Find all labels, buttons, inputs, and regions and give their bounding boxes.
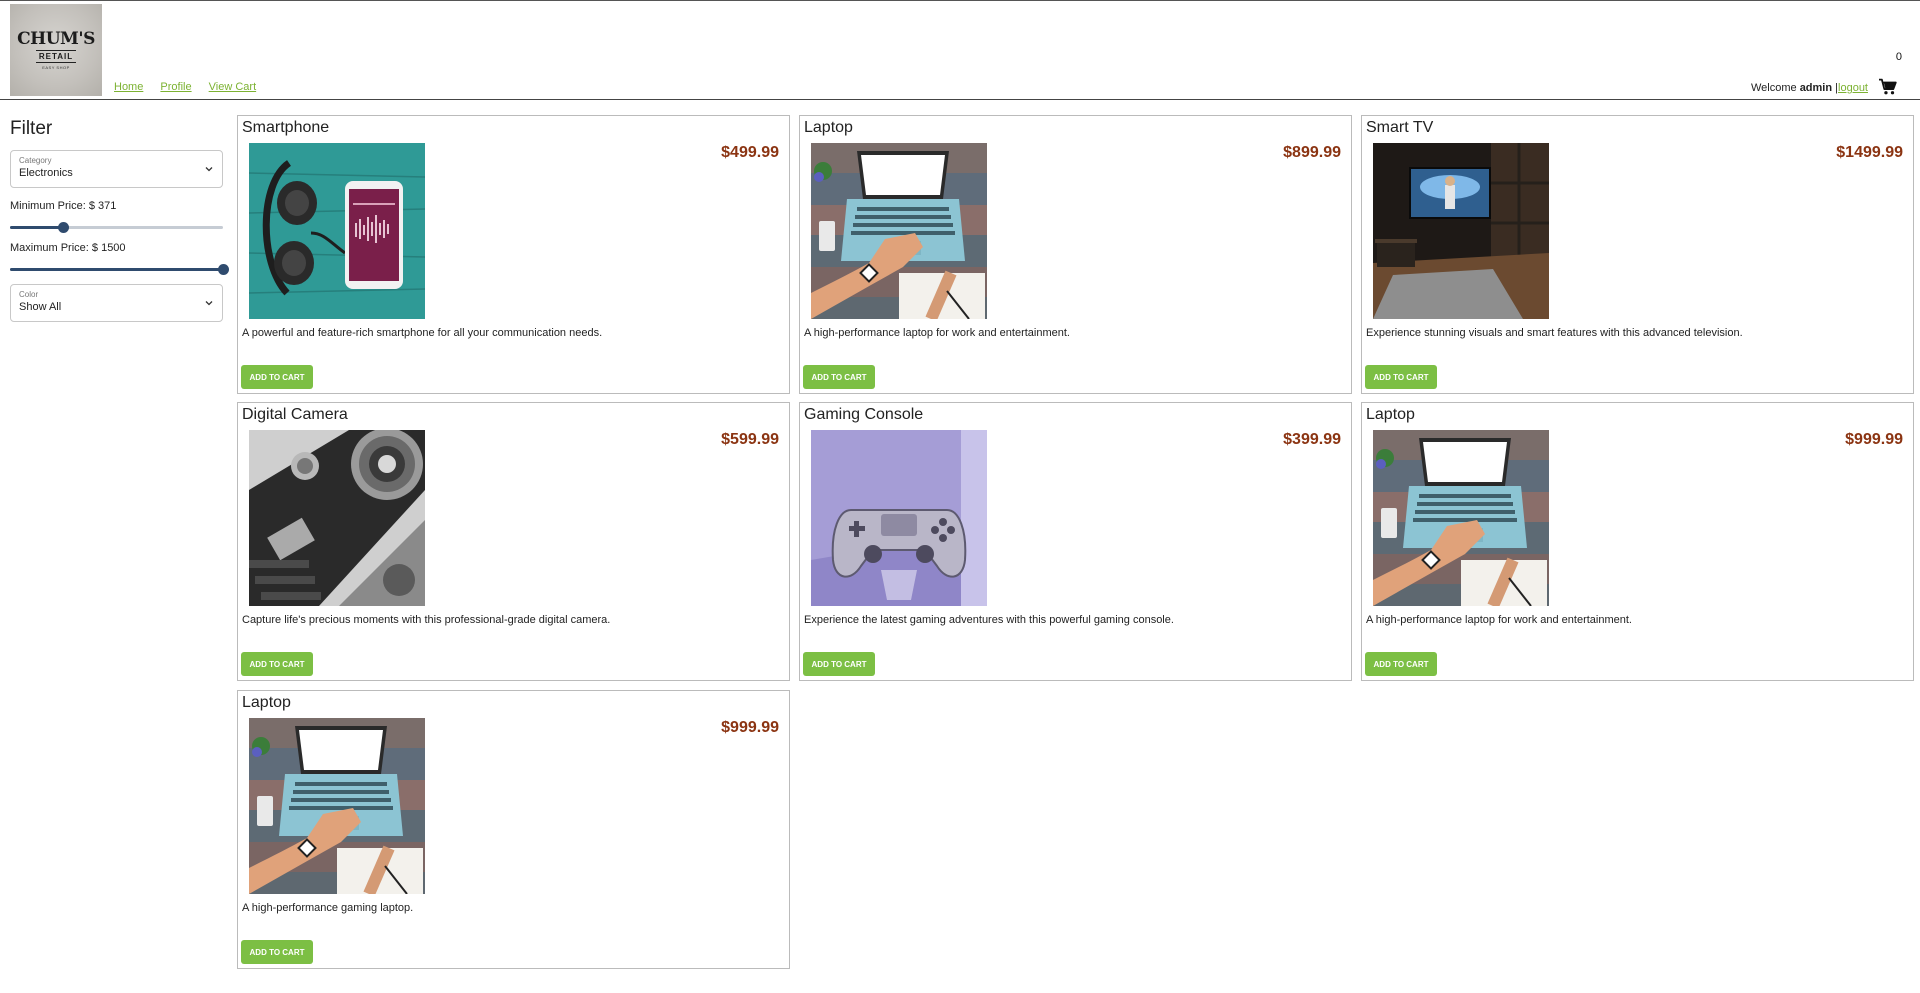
product-price: $999.99 [1845,431,1903,448]
color-value: Show All [19,301,62,313]
logo-line-3: EASY SHOP [42,64,70,70]
add-to-cart-button[interactable]: ADD TO CART [241,652,313,676]
filter-panel: Filter Category Electronics Minimum Pric… [10,118,229,322]
nav-home-link[interactable]: Home [114,81,143,93]
product-description: Capture life's precious moments with thi… [242,614,611,626]
add-to-cart-button[interactable]: ADD TO CART [1365,652,1437,676]
product-description: A high-performance laptop for work and e… [1366,614,1632,626]
min-price-slider[interactable] [10,220,223,234]
product-image[interactable] [249,143,425,319]
product-price: $999.99 [721,719,779,736]
product-description: A high-performance gaming laptop. [242,902,414,914]
product-image[interactable] [1373,143,1549,319]
product-name: Laptop [242,694,291,711]
username: admin [1799,82,1833,94]
cart-count: 0 [1895,51,1902,63]
min-price-label: Minimum Price: $ 371 [10,200,117,212]
product-price: $1499.99 [1836,144,1903,161]
product-name: Laptop [1366,406,1415,423]
product-price: $499.99 [721,144,779,161]
product-image[interactable] [811,143,987,319]
logo-line-2: RETAIL [35,49,77,63]
logo-line-1: CHUM'S [17,28,95,49]
welcome-message: Welcome admin |logout [1751,82,1868,94]
product-name: Gaming Console [804,406,924,423]
product-name: Smart TV [1366,119,1434,136]
filter-title: Filter [10,118,53,139]
category-label: Category [19,156,52,165]
welcome-text: Welcome [1750,82,1797,94]
product-card: Digital Camera $599.99 Capture life's pr… [237,402,790,681]
slider-fill [10,226,63,229]
brand-logo[interactable]: CHUM'S RETAIL EASY SHOP [10,4,102,96]
color-label: Color [19,290,39,299]
product-price: $899.99 [1283,144,1341,161]
add-to-cart-button[interactable]: ADD TO CART [241,365,313,389]
product-card: Smart TV $1499.99 Experience stunning vi… [1361,115,1914,394]
slider-thumb[interactable] [57,222,69,233]
product-image[interactable] [1373,430,1549,606]
product-description: Experience the latest gaming adventures … [804,614,1174,626]
add-to-cart-button[interactable]: ADD TO CART [241,940,313,964]
product-name: Digital Camera [242,406,348,423]
add-to-cart-button[interactable]: ADD TO CART [803,365,875,389]
product-card: Laptop $899.99 A high-performance laptop… [799,115,1352,394]
product-image[interactable] [249,718,425,894]
shopping-cart-icon[interactable] [1878,78,1898,96]
max-price-slider[interactable] [10,262,229,276]
product-card: Laptop $999.99 A high-performance laptop… [1361,402,1914,681]
product-price: $599.99 [721,431,779,448]
product-name: Laptop [804,119,853,136]
product-image[interactable] [249,430,425,606]
product-name: Smartphone [242,119,330,136]
chevron-down-icon [205,167,213,172]
product-card: Smartphone $499.99 A powerful and featur… [237,115,790,394]
color-select[interactable]: Color Show All [10,284,223,322]
chevron-down-icon [205,301,213,306]
product-card: Gaming Console $399.99 Experience the la… [799,402,1352,681]
product-card: Laptop $999.99 A high-performance gaming… [237,690,790,969]
add-to-cart-button[interactable]: ADD TO CART [1365,365,1437,389]
category-value: Electronics [19,167,73,179]
nav-view-cart-link[interactable]: View Cart [209,81,256,93]
max-price-label: Maximum Price: $ 1500 [10,242,126,254]
logout-link[interactable]: logout [1838,82,1868,94]
product-image[interactable] [811,430,987,606]
add-to-cart-button[interactable]: ADD TO CART [803,652,875,676]
product-description: Experience stunning visuals and smart fe… [1366,327,1743,339]
product-price: $399.99 [1283,431,1341,448]
main-nav: Home Profile View Cart [114,81,270,93]
product-description: A high-performance laptop for work and e… [804,327,1070,339]
nav-profile-link[interactable]: Profile [160,81,191,93]
slider-thumb[interactable] [218,264,229,275]
category-select[interactable]: Category Electronics [10,150,223,188]
site-header: CHUM'S RETAIL EASY SHOP Home Profile Vie… [0,1,1920,100]
product-description: A powerful and feature-rich smartphone f… [242,327,603,339]
slider-fill [10,268,223,271]
